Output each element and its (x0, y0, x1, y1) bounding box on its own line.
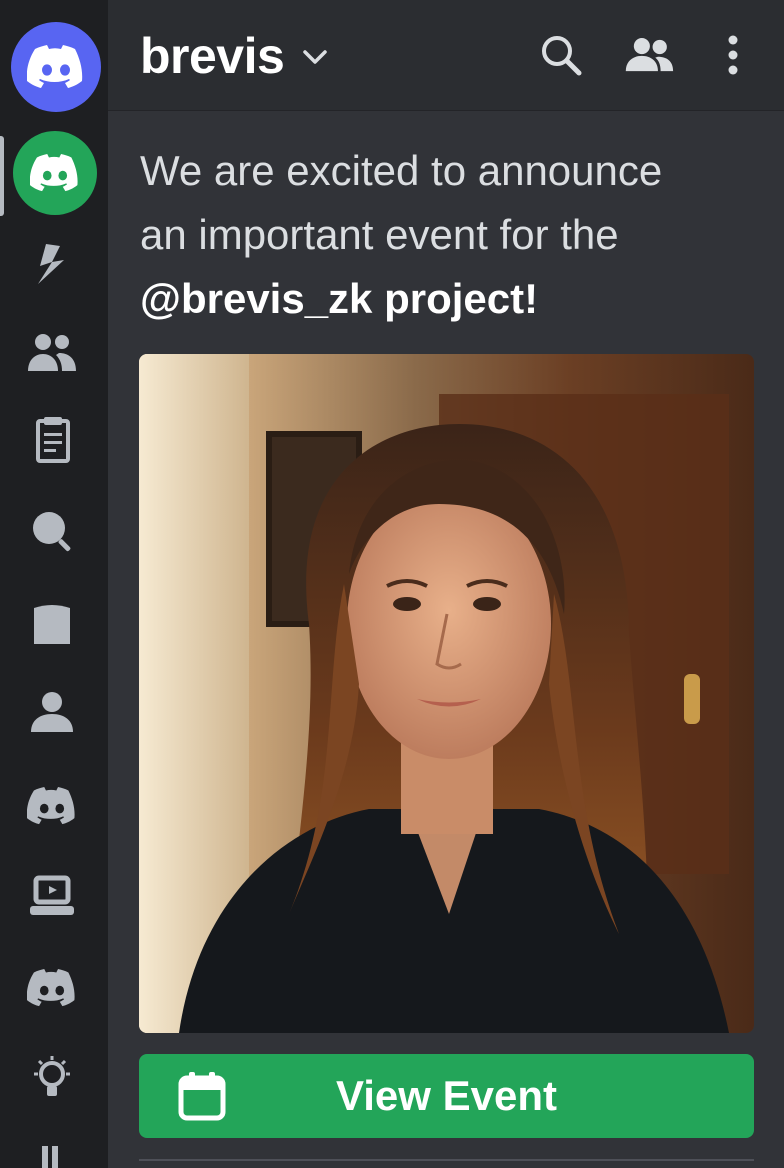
chevron-down-icon[interactable] (298, 40, 332, 74)
tool-icon (42, 1146, 58, 1168)
magnifier-icon (33, 512, 71, 552)
event-image[interactable] (139, 354, 754, 1033)
message-line: We are excited to announce (140, 147, 663, 194)
search-button[interactable] (536, 30, 586, 80)
user-icon (31, 692, 73, 732)
more-options-button[interactable] (708, 30, 758, 80)
message-area: We are excited to announce an important … (108, 111, 784, 1168)
members-button[interactable] (624, 30, 674, 80)
laptop-icon (30, 875, 74, 915)
server-brevis-button[interactable] (13, 131, 97, 215)
rail-lightbulb-button[interactable] (24, 1050, 80, 1106)
rail-lightning-button[interactable] (24, 236, 80, 292)
discord-logo-icon (27, 787, 75, 825)
discord-logo-icon (27, 969, 75, 1007)
rail-laptop-button[interactable] (24, 868, 80, 924)
rail-discord-server-3-button[interactable] (24, 960, 80, 1016)
discord-logo-icon (30, 154, 78, 192)
lightning-icon (38, 244, 64, 284)
rail-folder-button[interactable] (24, 596, 80, 652)
rail-group-button[interactable] (24, 324, 80, 380)
clipboard-icon (36, 417, 70, 463)
members-icon (625, 38, 674, 72)
discord-logo-icon (27, 45, 83, 88)
server-rail (0, 0, 108, 1168)
rail-search-button[interactable] (24, 504, 80, 560)
group-icon (28, 334, 76, 371)
announcement-message: We are excited to announce an important … (140, 139, 760, 331)
folder-icon (34, 605, 70, 644)
rail-discord-server-2-button[interactable] (24, 778, 80, 834)
rail-tools-button[interactable] (24, 1132, 80, 1168)
more-vertical-icon (728, 35, 738, 75)
mention-line[interactable]: @brevis_zk project! (140, 267, 760, 331)
rail-user-button[interactable] (24, 684, 80, 740)
channel-header: brevis (108, 0, 784, 111)
search-icon (542, 36, 582, 76)
selected-server-indicator (0, 136, 4, 216)
rail-clipboard-button[interactable] (24, 412, 80, 468)
message-line: an important event for the (140, 211, 619, 258)
message-divider (139, 1159, 754, 1161)
lightbulb-icon (34, 1056, 70, 1096)
discord-home-button[interactable] (11, 22, 101, 112)
server-name[interactable]: brevis (140, 28, 285, 84)
calendar-icon (178, 1072, 226, 1121)
portrait-photo (139, 354, 754, 1033)
discord-app: brevis We are excited to announce an imp… (0, 0, 784, 1168)
view-event-button[interactable]: View Event (139, 1054, 754, 1138)
view-event-label: View Event (336, 1072, 557, 1119)
